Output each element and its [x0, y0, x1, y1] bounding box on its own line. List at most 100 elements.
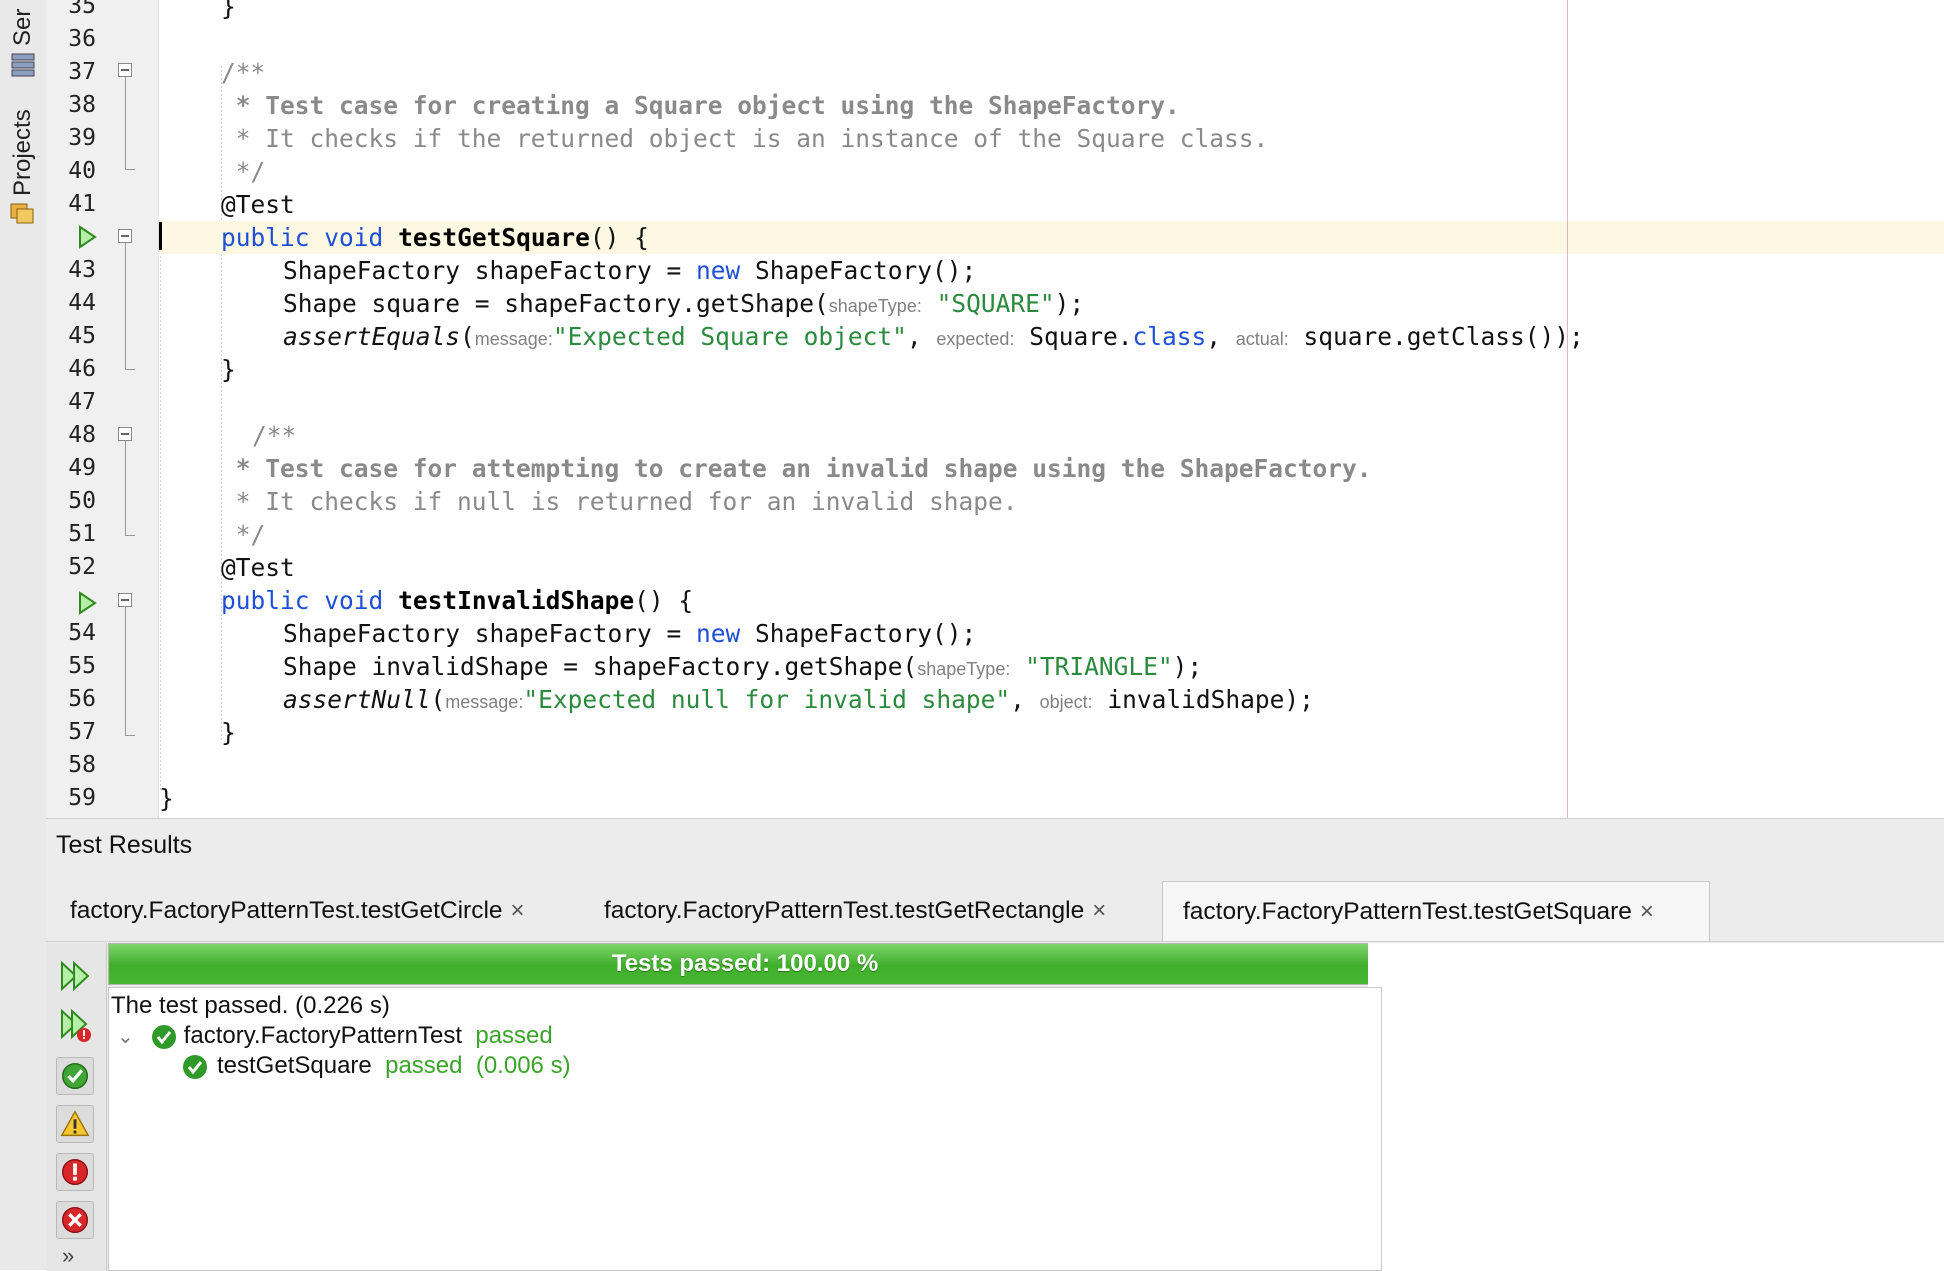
close-icon[interactable]: × [1092, 897, 1106, 924]
projects-icon[interactable] [9, 200, 37, 226]
code-line: * It checks if null is returned for an i… [221, 487, 1018, 516]
suite-name: factory.FactoryPatternTest [183, 1022, 462, 1049]
left-sidebar: Ser Projects [0, 0, 47, 1270]
line-number: 56 [68, 686, 96, 712]
rerun-failed-icon[interactable] [56, 1005, 94, 1043]
test-toolbar: » [46, 943, 107, 1271]
line-number: 44 [68, 290, 96, 316]
tab-testGetCircle[interactable]: factory.FactoryPatternTest.testGetCircle… [50, 881, 545, 941]
code-line: } [221, 355, 236, 384]
line-number: 54 [68, 620, 96, 646]
parameter-hint: shapeType: [917, 659, 1011, 679]
code-line: } [159, 784, 174, 813]
line-number: 46 [68, 356, 96, 382]
parameter-hint: actual: [1235, 329, 1289, 349]
close-icon[interactable]: × [1640, 898, 1654, 925]
chevron-down-icon[interactable]: ⌄ [117, 1021, 137, 1053]
line-number: 48 [68, 422, 96, 448]
show-failures-icon[interactable] [56, 1201, 94, 1239]
results-tree: The test passed. (0.226 s) ⌄ factory.Fac… [108, 987, 1382, 1271]
more-icon[interactable]: » [62, 1243, 74, 1269]
result-summary: The test passed. (0.226 s) [111, 992, 390, 1019]
tab-testGetRectangle[interactable]: factory.FactoryPatternTest.testGetRectan… [584, 881, 1126, 941]
code-line: * Test case for creating a Square object… [221, 91, 1180, 120]
line-number: 55 [68, 653, 96, 679]
fold-toggle[interactable] [118, 593, 132, 607]
line-number: 43 [68, 257, 96, 283]
fold-guide [125, 77, 126, 169]
code-line: */ [221, 520, 266, 549]
show-errors-icon[interactable] [56, 1153, 94, 1191]
parameter-hint: shapeType: [828, 296, 922, 316]
line-number: 47 [68, 389, 96, 415]
code-line: */ [221, 157, 266, 186]
test-node[interactable]: testGetSquare passed (0.006 s) [181, 1050, 571, 1082]
suite-status: passed [475, 1022, 553, 1049]
code-line: @Test [221, 190, 295, 219]
test-time: (0.006 s) [475, 1052, 571, 1079]
rerun-icon[interactable] [56, 957, 94, 995]
code-line: Shape square = shapeFactory.getShape(sha… [283, 289, 1085, 318]
line-number: 52 [68, 554, 96, 580]
check-icon [151, 1024, 176, 1049]
show-warnings-icon[interactable] [56, 1105, 94, 1143]
code-line: ShapeFactory shapeFactory = new ShapeFac… [283, 256, 977, 285]
code-line: } [221, 718, 236, 747]
code-line: assertNull(message:"Expected null for in… [283, 685, 1314, 714]
code-line: ShapeFactory shapeFactory = new ShapeFac… [283, 619, 977, 648]
line-number: 59 [68, 785, 96, 811]
code-line: @Test [221, 553, 295, 582]
fold-toggle[interactable] [118, 63, 132, 77]
line-number: 58 [68, 752, 96, 778]
line-number: 35 [68, 0, 96, 19]
fold-toggle[interactable] [118, 229, 132, 243]
code-line-current: public void testGetSquare() { [159, 221, 1944, 254]
tab-testGetSquare[interactable]: factory.FactoryPatternTest.testGetSquare… [1162, 881, 1710, 941]
text-caret [159, 222, 162, 250]
fold-toggle[interactable] [118, 427, 132, 441]
fold-guide [125, 607, 126, 735]
line-number: 51 [68, 521, 96, 547]
fold-guide-end [125, 535, 135, 536]
editor-gutter: 35 36 37 38 39 40 41 43 44 45 46 47 48 4… [46, 0, 159, 818]
line-number: 41 [68, 191, 96, 217]
fold-guide [125, 243, 126, 369]
close-icon[interactable]: × [511, 897, 525, 924]
line-number: 49 [68, 455, 96, 481]
right-margin-line [1567, 0, 1568, 818]
code-editor[interactable]: } /** * Test case for creating a Square … [159, 0, 1944, 818]
services-icon[interactable] [9, 52, 37, 78]
result-tabs: factory.FactoryPatternTest.testGetCircle… [46, 881, 1944, 943]
fold-guide-end [125, 369, 135, 370]
panel-title: Test Results [56, 831, 193, 859]
fold-guide-end [125, 735, 135, 736]
test-status: passed [385, 1052, 463, 1079]
projects-tab[interactable]: Projects [4, 96, 42, 196]
run-test-icon[interactable] [76, 590, 98, 616]
line-number: 40 [68, 158, 96, 184]
test-progress-bar: Tests passed: 100.00 % [108, 943, 1382, 985]
line-number: 36 [68, 26, 96, 52]
code-line: Shape invalidShape = shapeFactory.getSha… [283, 652, 1203, 681]
suite-node[interactable]: ⌄ factory.FactoryPatternTest passed [117, 1020, 553, 1052]
line-number: 50 [68, 488, 96, 514]
line-number: 39 [68, 125, 96, 151]
line-number: 45 [68, 323, 96, 349]
test-results-panel: Test Results factory.FactoryPatternTest.… [46, 818, 1944, 1271]
code-line: assertEquals(message:"Expected Square ob… [283, 322, 1584, 351]
code-line: } [221, 0, 236, 21]
code-line: public void testInvalidShape() { [221, 586, 694, 615]
code-line: /** [252, 421, 297, 450]
fold-guide-end [125, 169, 135, 170]
output-pane [1368, 943, 1944, 1271]
test-name: testGetSquare [217, 1052, 372, 1079]
progress-label: Tests passed: 100.00 % [611, 950, 879, 977]
line-number: 57 [68, 719, 96, 745]
services-tab[interactable]: Ser [4, 0, 42, 46]
parameter-hint: expected: [936, 329, 1015, 349]
show-passed-icon[interactable] [56, 1057, 94, 1095]
run-test-icon[interactable] [76, 224, 98, 250]
check-icon [183, 1054, 207, 1079]
parameter-hint: object: [1039, 692, 1093, 712]
line-number: 37 [68, 59, 96, 85]
